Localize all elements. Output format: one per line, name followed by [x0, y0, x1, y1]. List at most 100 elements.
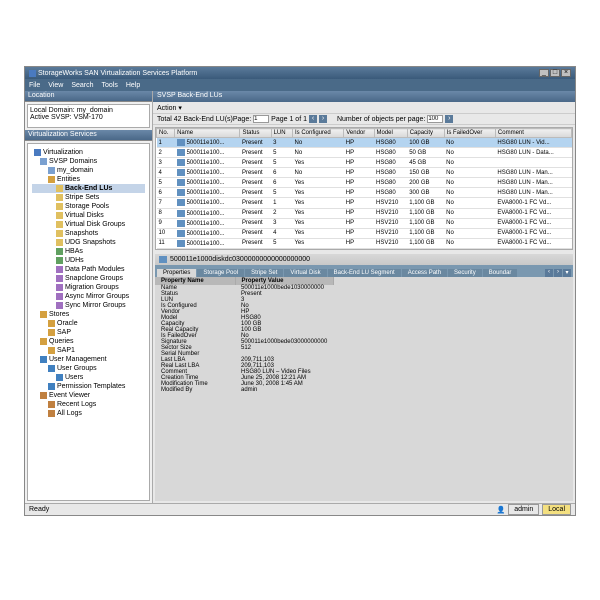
page-prev-button[interactable]: ‹: [309, 115, 317, 123]
menu-view[interactable]: View: [48, 82, 63, 89]
tree-my-domain[interactable]: my_domain: [32, 166, 145, 175]
table-row[interactable]: 11500011e100...Present5YesHPHSV2101,100 …: [157, 238, 572, 248]
total-count: Total 42 Back-End LU(s): [157, 116, 233, 123]
col-header[interactable]: No.: [157, 129, 175, 138]
tree-stripe-sets[interactable]: Stripe Sets: [32, 193, 145, 202]
page-of: Page 1 of 1: [271, 116, 307, 123]
action-toolbar: Action ▾: [153, 102, 575, 114]
table-row[interactable]: 8500011e100...Present2YesHPHSV2101,100 G…: [157, 208, 572, 218]
table-row[interactable]: 6500011e100...Present5YesHPHSG80300 GBNo…: [157, 188, 572, 198]
tab-scroll-button[interactable]: ‹: [545, 269, 553, 277]
tree-icon: [56, 374, 63, 381]
tree-all-logs[interactable]: All Logs: [32, 409, 145, 418]
col-header[interactable]: Is FailedOver: [444, 129, 495, 138]
tree-back-end-lus[interactable]: Back-End LUs: [32, 184, 145, 193]
table-row[interactable]: 5500011e100...Present6YesHPHSG80200 GBNo…: [157, 178, 572, 188]
col-header[interactable]: Vendor: [344, 129, 374, 138]
minimize-button[interactable]: _: [539, 69, 549, 77]
tree-user-management[interactable]: User Management: [32, 355, 145, 364]
tree-icon: [48, 347, 55, 354]
tree-oracle[interactable]: Oracle: [32, 319, 145, 328]
local-domain-value: my_domain: [77, 107, 113, 114]
perpage-go-button[interactable]: ›: [445, 115, 453, 123]
perpage-input[interactable]: [427, 115, 443, 123]
tab-access-path[interactable]: Access Path: [402, 269, 447, 277]
tab-back-end-lu-segment[interactable]: Back-End LU Segment: [328, 269, 401, 277]
tree-udhs[interactable]: UDHs: [32, 256, 145, 265]
tree-svsp-domains[interactable]: SVSP Domains: [32, 157, 145, 166]
col-header[interactable]: Is Configured: [292, 129, 343, 138]
tab-boundar[interactable]: Boundar: [483, 269, 518, 277]
tree-migration-groups[interactable]: Migration Groups: [32, 283, 145, 292]
col-header[interactable]: Capacity: [407, 129, 444, 138]
tree-event-viewer[interactable]: Event Viewer: [32, 391, 145, 400]
tree-sync-mirror-groups[interactable]: Sync Mirror Groups: [32, 301, 145, 310]
tree-sap[interactable]: SAP: [32, 328, 145, 337]
tree-queries[interactable]: Queries: [32, 337, 145, 346]
tree-recent-logs[interactable]: Recent Logs: [32, 400, 145, 409]
tab-stripe-set[interactable]: Stripe Set: [245, 269, 283, 277]
content-header: SVSP Back-End LUs: [153, 91, 575, 102]
menubar: File View Search Tools Help: [25, 79, 575, 91]
maximize-button[interactable]: □: [550, 69, 560, 77]
prop-header: Property Value: [235, 277, 333, 285]
tree-snapclone-groups[interactable]: Snapclone Groups: [32, 274, 145, 283]
tree-virtual-disk-groups[interactable]: Virtual Disk Groups: [32, 220, 145, 229]
page-next-button[interactable]: ›: [319, 115, 327, 123]
tree-icon: [40, 356, 47, 363]
status-user: admin: [508, 504, 539, 515]
tree-entities[interactable]: Entities: [32, 175, 145, 184]
tree-icon: [34, 149, 41, 156]
col-header[interactable]: Status: [240, 129, 271, 138]
menu-search[interactable]: Search: [71, 82, 93, 89]
tab-storage-pool[interactable]: Storage Pool: [197, 269, 244, 277]
disk-icon: [177, 210, 185, 217]
tab-virtual-disk[interactable]: Virtual Disk: [284, 269, 326, 277]
tree-user-groups[interactable]: User Groups: [32, 364, 145, 373]
tree-icon: [56, 239, 63, 246]
tab-security[interactable]: Security: [448, 269, 482, 277]
col-header[interactable]: LUN: [271, 129, 292, 138]
user-icon: 👤: [496, 506, 505, 514]
tab-properties[interactable]: Properties: [157, 269, 196, 277]
tree-icon: [56, 185, 63, 192]
table-row[interactable]: 2500011e100...Present5NoHPHSG8050 GBNoHS…: [157, 148, 572, 158]
tree-storage-pools[interactable]: Storage Pools: [32, 202, 145, 211]
col-header[interactable]: Comment: [495, 129, 571, 138]
table-row[interactable]: 3500011e100...Present5YesHPHSG8045 GBNo: [157, 158, 572, 168]
table-row[interactable]: 1500011e100...Present3NoHPHSG80100 GBNoH…: [157, 138, 572, 148]
table-row[interactable]: 9500011e100...Present3YesHPHSV2101,100 G…: [157, 218, 572, 228]
left-column: Location Local Domain: my_domain Active …: [25, 91, 153, 503]
tree-udg-snapshots[interactable]: UDG Snapshots: [32, 238, 145, 247]
tab-scroll-button[interactable]: ▾: [563, 269, 571, 277]
paginator: Page: Page 1 of 1 ‹ › Number of objects …: [233, 115, 453, 123]
tree-permission-templates[interactable]: Permission Templates: [32, 382, 145, 391]
menu-help[interactable]: Help: [126, 82, 140, 89]
lun-grid: No.NameStatusLUNIs ConfiguredVendorModel…: [155, 127, 573, 250]
tree-users[interactable]: Users: [32, 373, 145, 382]
menu-tools[interactable]: Tools: [102, 82, 118, 89]
col-header[interactable]: Name: [175, 129, 240, 138]
tree-icon: [48, 167, 55, 174]
tab-scroll-button[interactable]: ›: [554, 269, 562, 277]
table-row[interactable]: 7500011e100...Present1YesHPHSV2101,100 G…: [157, 198, 572, 208]
tree-data-path-modules[interactable]: Data Path Modules: [32, 265, 145, 274]
tree-snapshots[interactable]: Snapshots: [32, 229, 145, 238]
disk-icon: [177, 149, 185, 156]
page-input[interactable]: [253, 115, 269, 123]
tree-sap1[interactable]: SAP1: [32, 346, 145, 355]
tree-icon: [48, 401, 55, 408]
col-header[interactable]: Model: [374, 129, 407, 138]
tree-hbas[interactable]: HBAs: [32, 247, 145, 256]
menu-file[interactable]: File: [29, 82, 40, 89]
action-menu[interactable]: Action ▾: [157, 104, 182, 112]
tree-icon: [56, 212, 63, 219]
tree-async-mirror-groups[interactable]: Async Mirror Groups: [32, 292, 145, 301]
tree-virtual-disks[interactable]: Virtual Disks: [32, 211, 145, 220]
table-row[interactable]: 10500011e100...Present4YesHPHSV2101,100 …: [157, 228, 572, 238]
table-row[interactable]: 4500011e100...Present6NoHPHSG80150 GBNoH…: [157, 168, 572, 178]
close-button[interactable]: ×: [561, 69, 571, 77]
tree-stores[interactable]: Stores: [32, 310, 145, 319]
tree-virtualization[interactable]: Virtualization: [32, 148, 145, 157]
status-ready: Ready: [29, 506, 49, 513]
